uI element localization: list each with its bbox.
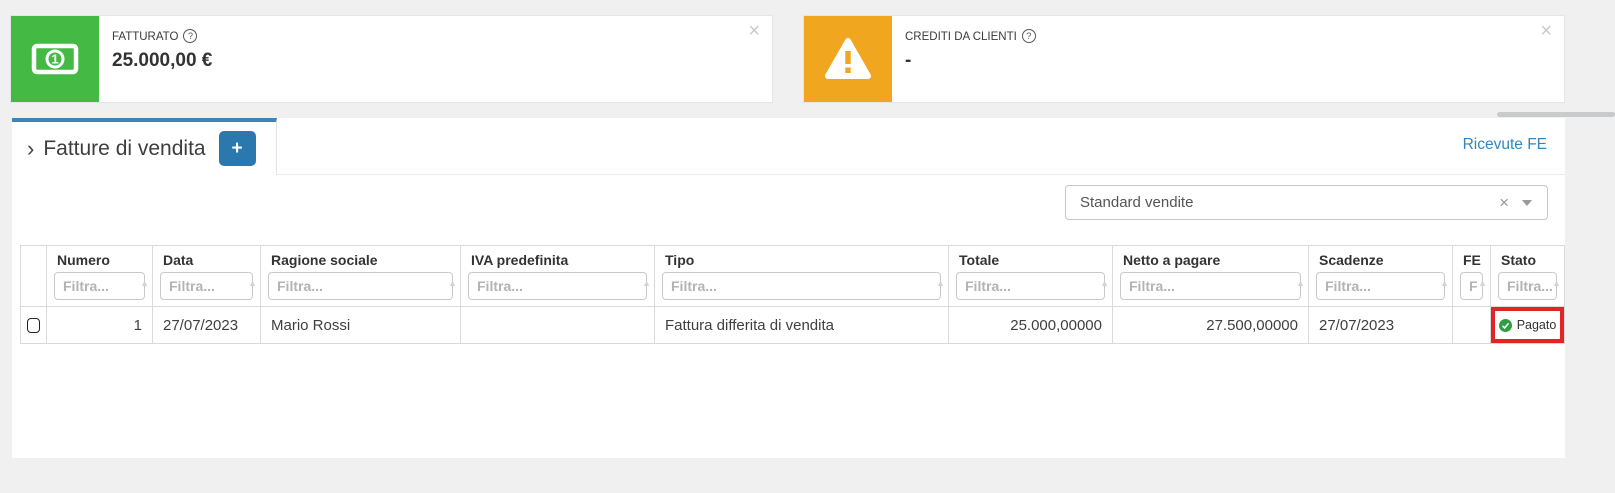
cell-data: 27/07/2023 xyxy=(153,307,261,344)
filter-input-ragione-sociale[interactable] xyxy=(268,272,453,300)
check-circle-icon xyxy=(1499,319,1512,332)
column-label: Totale xyxy=(949,252,1112,272)
filter-input-totale[interactable] xyxy=(956,272,1105,300)
column-header-netto-a-pagare[interactable]: Netto a pagare ▲ xyxy=(1113,246,1309,307)
column-header-numero[interactable]: Numero ▲ xyxy=(47,246,153,307)
column-header-iva-predefinita[interactable]: IVA predefinita ▲ xyxy=(461,246,655,307)
column-header-scadenze[interactable]: Scadenze ▲ xyxy=(1309,246,1453,307)
kpi-card-fatturato: 1 FATTURATO? 25.000,00 € × xyxy=(10,15,773,103)
ricevute-fe-link[interactable]: Ricevute FE xyxy=(1463,136,1547,154)
cell-stato: Pagato xyxy=(1491,307,1565,344)
sort-arrow-icon[interactable]: ▲ xyxy=(1552,278,1561,288)
column-label: IVA predefinita xyxy=(461,252,654,272)
chevron-right-icon: › xyxy=(27,136,34,162)
filter-cell xyxy=(949,272,1112,300)
invoices-table: Numero ▲ Data ▲ Ragione so xyxy=(20,245,1565,344)
add-invoice-button[interactable]: + xyxy=(219,131,256,166)
close-icon[interactable]: × xyxy=(748,21,760,41)
column-header-totale[interactable]: Totale ▲ xyxy=(949,246,1113,307)
filter-input-scadenze[interactable] xyxy=(1316,272,1445,300)
column-label: Stato xyxy=(1491,252,1564,272)
sort-arrow-icon[interactable]: ▲ xyxy=(1100,278,1109,288)
header-row: Numero ▲ Data ▲ Ragione so xyxy=(21,246,1565,307)
column-header-data[interactable]: Data ▲ xyxy=(153,246,261,307)
filter-input-iva-predefinita[interactable] xyxy=(468,272,647,300)
filter-cell xyxy=(1113,272,1308,300)
column-label: Netto a pagare xyxy=(1113,252,1308,272)
status-badge: Pagato xyxy=(1517,318,1557,332)
filter-cell xyxy=(261,272,460,300)
card-value: - xyxy=(905,50,1036,72)
tab-fatture-di-vendita[interactable]: › Fatture di vendita + xyxy=(12,118,277,175)
card-body: FATTURATO? 25.000,00 € xyxy=(99,16,212,102)
cell-ragione-sociale: Mario Rossi xyxy=(261,307,461,344)
card-label-row: CREDITI DA CLIENTI? xyxy=(905,27,1036,45)
tab-label: Fatture di vendita xyxy=(43,137,205,161)
sort-arrow-icon[interactable]: ▲ xyxy=(936,278,945,288)
card-label: CREDITI DA CLIENTI xyxy=(905,31,1017,43)
select-all-header xyxy=(21,246,47,307)
card-label-row: FATTURATO? xyxy=(112,27,212,45)
card-label: FATTURATO xyxy=(112,31,178,43)
filter-input-numero[interactable] xyxy=(54,272,145,300)
card-body: CREDITI DA CLIENTI? - xyxy=(892,16,1036,102)
filter-cell xyxy=(153,272,260,300)
sort-arrow-icon[interactable]: ▲ xyxy=(1296,278,1305,288)
sort-arrow-icon[interactable]: ▲ xyxy=(1440,278,1449,288)
main-panel: › Fatture di vendita + Ricevute FE Stand… xyxy=(12,118,1565,458)
column-label: Tipo xyxy=(655,252,948,272)
card-value: 25.000,00 € xyxy=(112,50,212,72)
column-header-stato[interactable]: Stato ▲ xyxy=(1491,246,1565,307)
sort-arrow-icon[interactable]: ▲ xyxy=(1478,278,1487,288)
cell-checkbox xyxy=(21,307,47,344)
cell-fe xyxy=(1453,307,1491,344)
annotation-highlight-box: Pagato xyxy=(1491,307,1564,343)
filter-input-data[interactable] xyxy=(160,272,253,300)
warning-icon xyxy=(804,16,892,102)
table-row[interactable]: 1 27/07/2023 Mario Rossi Fattura differi… xyxy=(21,307,1565,344)
filter-cell xyxy=(47,272,152,300)
column-label: Scadenze xyxy=(1309,252,1452,272)
cell-numero: 1 xyxy=(47,307,153,344)
cell-scadenze: 27/07/2023 xyxy=(1309,307,1453,344)
cell-tipo: Fattura differita di vendita xyxy=(655,307,949,344)
column-header-fe[interactable]: FE ▲ xyxy=(1453,246,1491,307)
filter-cell xyxy=(461,272,654,300)
column-label: Ragione sociale xyxy=(261,252,460,272)
filter-cell xyxy=(655,272,948,300)
close-icon[interactable]: × xyxy=(1540,21,1552,41)
select-value: Standard vendite xyxy=(1066,194,1486,211)
tab-bar: › Fatture di vendita + Ricevute FE xyxy=(12,118,1565,175)
horizontal-scrollbar-thumb[interactable] xyxy=(1497,112,1615,117)
row-checkbox[interactable] xyxy=(27,318,40,333)
filter-cell xyxy=(1309,272,1452,300)
filter-input-stato[interactable] xyxy=(1498,272,1557,300)
banknote-icon: 1 xyxy=(11,16,99,102)
column-label: FE xyxy=(1453,252,1490,272)
template-select[interactable]: Standard vendite × xyxy=(1065,185,1548,220)
app-root: 1 FATTURATO? 25.000,00 € × CREDITI DA CL… xyxy=(0,0,1615,493)
column-label: Data xyxy=(153,252,260,272)
sort-arrow-icon[interactable]: ▲ xyxy=(140,278,149,288)
clear-icon[interactable]: × xyxy=(1486,193,1522,213)
kpi-card-crediti-da-clienti: CREDITI DA CLIENTI? - × xyxy=(803,15,1565,103)
help-icon[interactable]: ? xyxy=(183,29,197,43)
help-icon[interactable]: ? xyxy=(1022,29,1036,43)
sort-arrow-icon[interactable]: ▲ xyxy=(642,278,651,288)
column-label: Numero xyxy=(47,252,152,272)
filter-input-tipo[interactable] xyxy=(662,272,941,300)
cell-netto-a-pagare: 27.500,00000 xyxy=(1113,307,1309,344)
column-header-tipo[interactable]: Tipo ▲ xyxy=(655,246,949,307)
cell-iva-predefinita xyxy=(461,307,655,344)
svg-text:1: 1 xyxy=(51,52,58,67)
chevron-down-icon[interactable] xyxy=(1522,200,1532,206)
column-header-ragione-sociale[interactable]: Ragione sociale ▲ xyxy=(261,246,461,307)
sort-arrow-icon[interactable]: ▲ xyxy=(248,278,257,288)
sort-arrow-icon[interactable]: ▲ xyxy=(448,278,457,288)
filter-input-netto-a-pagare[interactable] xyxy=(1120,272,1301,300)
cell-totale: 25.000,00000 xyxy=(949,307,1113,344)
